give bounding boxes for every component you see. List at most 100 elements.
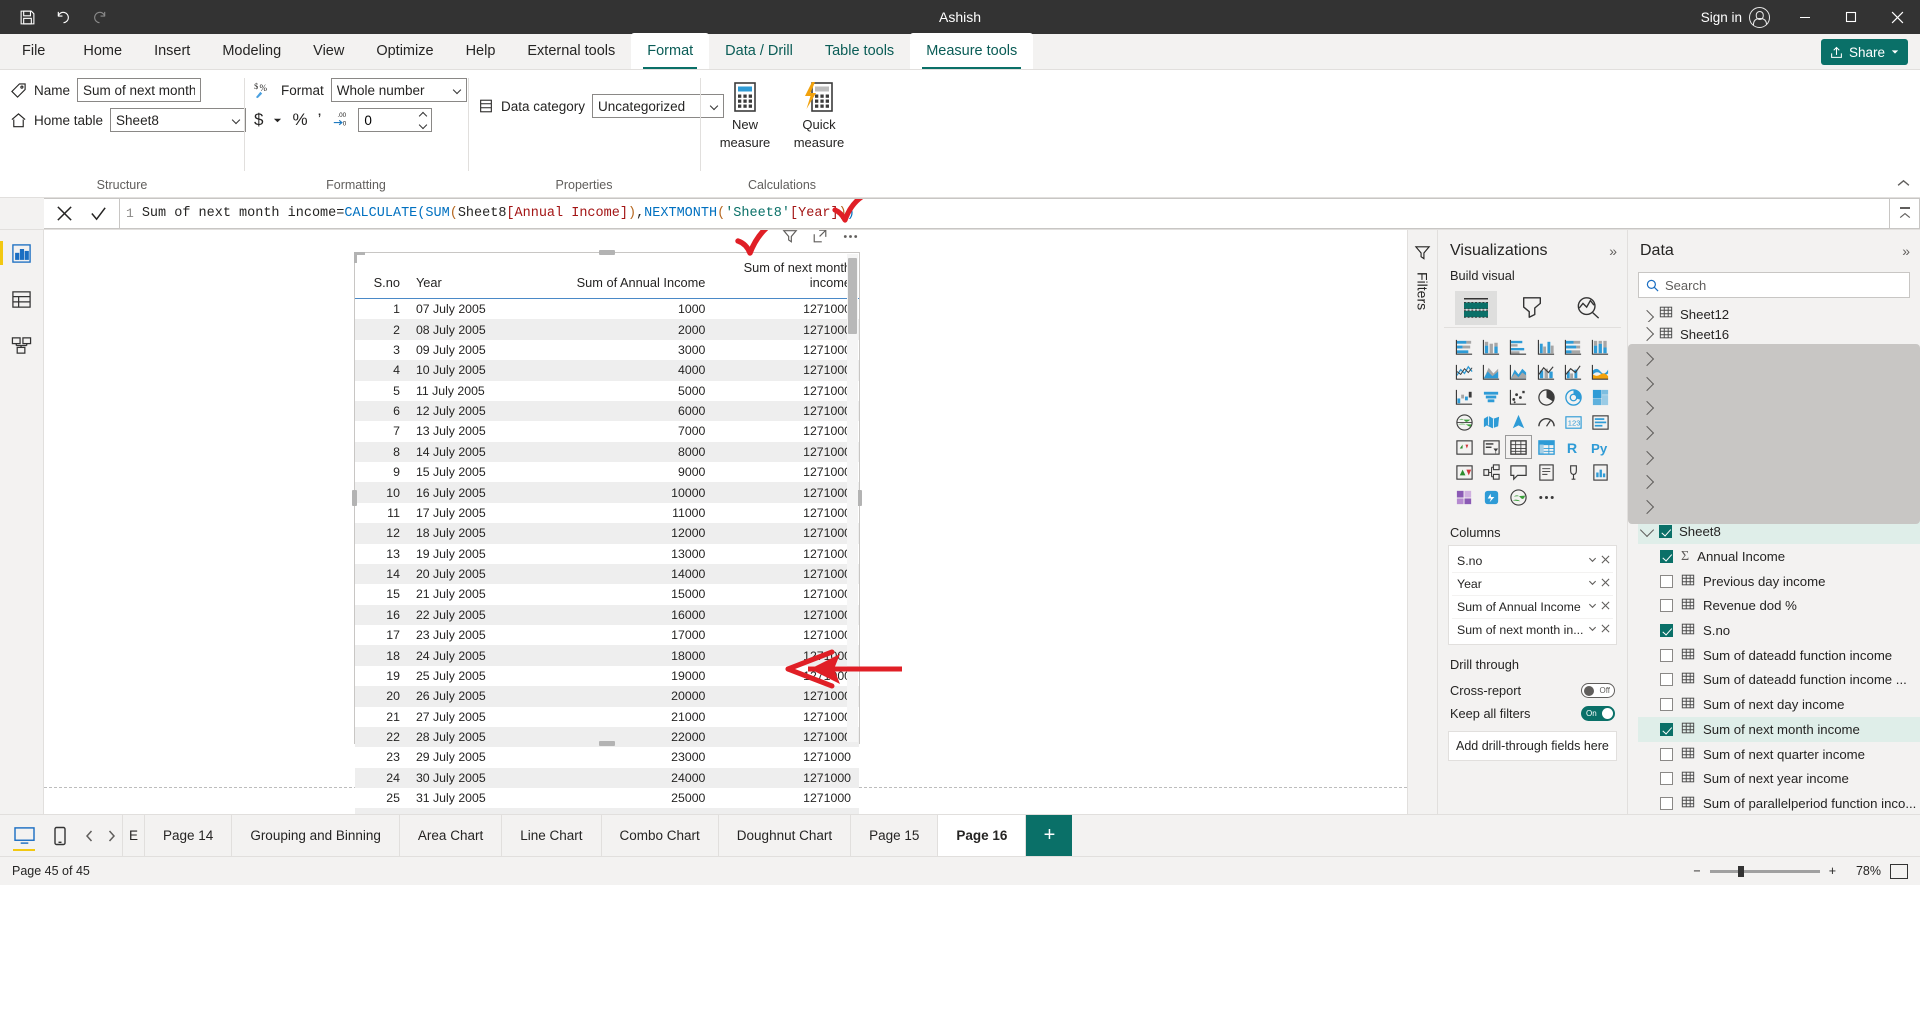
table-vertical-scrollbar[interactable] [847,254,858,742]
data-search-field[interactable]: Search [1638,272,1910,298]
page-tab-line-chart[interactable]: Line Chart [502,815,601,856]
cancel-formula-icon[interactable] [49,200,81,228]
map-icon[interactable] [1452,411,1477,433]
ribbon-tab-measure-tools[interactable]: Measure tools [910,33,1033,69]
field-node-s-no[interactable]: S.no [1638,618,1920,643]
gauge-chart-icon[interactable] [1533,411,1558,433]
resize-handle-top-left[interactable] [354,252,365,263]
table-row[interactable]: 2601 August 2005260002145000 [355,808,859,814]
table-row[interactable]: 1420 July 2005140001271000 [355,564,859,584]
field-node-annual-income[interactable]: ΣAnnual Income [1638,544,1920,569]
currency-format-icon[interactable]: $ [254,110,263,130]
table-row[interactable]: 1723 July 2005170001271000 [355,625,859,645]
share-button[interactable]: Share [1821,39,1908,65]
table-row[interactable]: 713 July 200570001271000 [355,421,859,441]
table-row[interactable]: 2127 July 2005210001271000 [355,707,859,727]
r-script-visual-icon[interactable]: R [1561,436,1586,458]
field-node-previous-day-income[interactable]: Previous day income [1638,569,1920,594]
sign-in-button[interactable]: Sign in [1689,7,1782,28]
percent-format-icon[interactable]: % [292,110,307,130]
more-options-icon[interactable] [841,230,859,245]
remove-field-icon[interactable] [1601,624,1610,636]
tab-format-visual[interactable] [1511,291,1553,325]
field-node-sum-of-next-quarter-income[interactable]: Sum of next quarter income [1638,742,1920,767]
tab-analytics[interactable] [1568,291,1610,325]
chevron-down-icon[interactable] [1640,523,1654,537]
field-node-sum-of-next-day-income[interactable]: Sum of next day income [1638,692,1920,717]
arcgis-maps-icon[interactable] [1506,486,1531,508]
field-checkbox[interactable] [1660,624,1673,637]
table-row[interactable]: 107 July 200510001271000 [355,299,859,320]
chevron-right-icon[interactable] [1640,327,1654,341]
field-node-sum-of-next-month-income[interactable]: Sum of next month income [1638,717,1920,742]
quick-measure-button[interactable]: Quick measure [784,80,854,150]
table-row[interactable]: 309 July 200530001271000 [355,340,859,360]
accept-formula-icon[interactable] [83,200,115,228]
smart-narrative-icon[interactable] [1533,461,1558,483]
data-view-icon[interactable] [9,286,35,312]
field-checkbox[interactable] [1660,698,1673,711]
home-table-select[interactable]: Sheet8 [110,108,246,132]
qa-visual-icon[interactable] [1506,461,1531,483]
thousands-separator-icon[interactable]: ’ [318,110,322,130]
chevron-right-icon[interactable] [1640,310,1654,322]
table-node-sheet12[interactable]: Sheet12 [1638,304,1920,322]
mobile-view-icon[interactable] [42,815,78,856]
table-scrollbar-thumb[interactable] [848,258,857,334]
close-button[interactable] [1874,0,1920,34]
area-chart-icon[interactable] [1479,361,1504,383]
table-row[interactable]: 410 July 200540001271000 [355,360,859,380]
resize-handle-left[interactable] [352,490,357,506]
clustered-bar-chart-icon[interactable] [1506,336,1531,358]
table-row[interactable]: 1117 July 2005110001271000 [355,503,859,523]
page-tab-area-chart[interactable]: Area Chart [400,815,502,856]
azure-map-icon[interactable] [1506,411,1531,433]
zoom-slider[interactable] [1710,870,1820,873]
metrics-icon[interactable] [1561,461,1586,483]
field-chip[interactable]: Year [1452,572,1613,595]
table-row[interactable]: 612 July 200560001271000 [355,401,859,421]
key-influencers-icon[interactable] [1452,461,1477,483]
field-checkbox[interactable] [1660,550,1673,563]
field-node-revenue-dod-[interactable]: Revenue dod % [1638,594,1920,619]
ribbon-tab-table-tools[interactable]: Table tools [809,33,910,69]
field-node-sum-of-next-year-income[interactable]: Sum of next year income [1638,766,1920,791]
table-row[interactable]: 1925 July 2005190001271000 [355,666,859,686]
chevron-down-icon[interactable] [1588,601,1597,613]
kpi-icon[interactable] [1452,436,1477,458]
field-node-sum-of-dateadd-function-income[interactable]: Sum of dateadd function income [1638,643,1920,668]
scatter-chart-icon[interactable] [1506,386,1531,408]
ribbon-chart-icon[interactable] [1588,361,1613,383]
stacked-area-chart-icon[interactable] [1506,361,1531,383]
tab-build-visual[interactable] [1455,291,1497,325]
table-row[interactable]: 814 July 200580001271000 [355,442,859,462]
report-view-icon[interactable] [9,240,35,266]
desktop-view-icon[interactable] [6,815,42,856]
power-automate-icon[interactable] [1479,486,1504,508]
chevron-down-icon[interactable] [1588,555,1597,567]
decrease-decimals-icon[interactable]: .00 0 [331,110,351,131]
chevron-down-icon[interactable] [1588,624,1597,636]
chevron-down-icon[interactable] [1588,578,1597,590]
table-row[interactable]: 1016 July 2005100001271000 [355,482,859,502]
slicer-icon[interactable] [1479,436,1504,458]
stacked-column-chart-icon[interactable] [1479,336,1504,358]
page-tab-doughnut-chart[interactable]: Doughnut Chart [719,815,851,856]
table-row[interactable]: 1218 July 2005120001271000 [355,523,859,543]
filters-collapsed-pane[interactable]: Filters [1408,230,1438,814]
focus-mode-icon[interactable] [811,230,829,245]
drill-through-drop-zone[interactable]: Add drill-through fields here [1448,731,1617,761]
line-stacked-column-chart-icon[interactable] [1533,361,1558,383]
zoom-out-button[interactable]: − [1693,864,1700,878]
ribbon-tab-format[interactable]: Format [631,33,709,69]
resize-handle-top[interactable] [599,250,615,255]
table-row[interactable]: 1824 July 2005180001271000 [355,645,859,665]
table-checkbox[interactable] [1659,525,1672,538]
funnel-chart-icon[interactable] [1479,386,1504,408]
table-row[interactable]: 2026 July 2005200001271000 [355,686,859,706]
page-tab-page-16[interactable]: Page 16 [938,815,1026,856]
table-row[interactable]: 2329 July 2005230001271000 [355,747,859,767]
remove-field-icon[interactable] [1601,555,1610,567]
ribbon-tab-view[interactable]: View [297,33,360,69]
filter-icon[interactable] [781,230,799,245]
